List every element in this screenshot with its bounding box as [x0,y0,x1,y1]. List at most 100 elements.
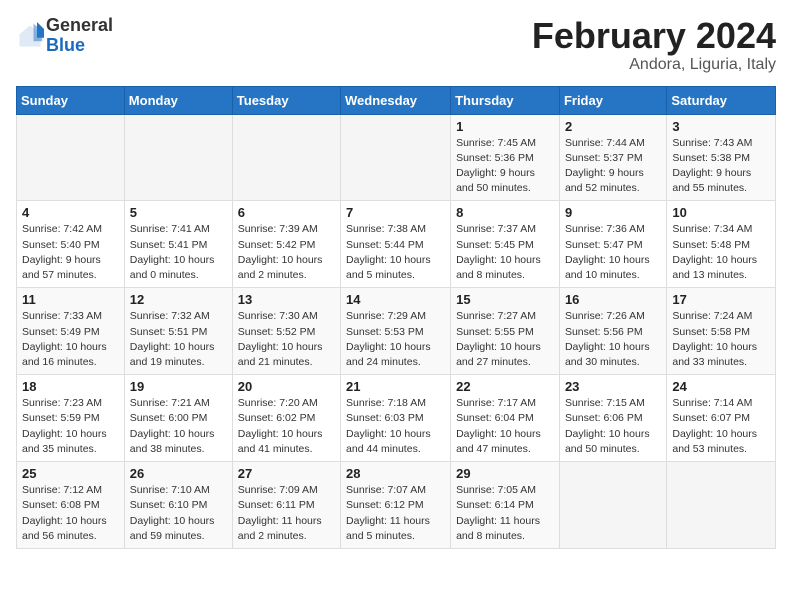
calendar-cell: 21Sunrise: 7:18 AM Sunset: 6:03 PM Dayli… [341,375,451,462]
day-number: 23 [565,379,661,394]
calendar-cell [559,462,666,549]
day-number: 1 [456,119,554,134]
day-number: 10 [672,205,770,220]
day-info: Sunrise: 7:12 AM Sunset: 6:08 PM Dayligh… [22,483,119,544]
day-info: Sunrise: 7:42 AM Sunset: 5:40 PM Dayligh… [22,222,119,283]
day-info: Sunrise: 7:34 AM Sunset: 5:48 PM Dayligh… [672,222,770,283]
day-header-friday: Friday [559,86,666,114]
day-info: Sunrise: 7:20 AM Sunset: 6:02 PM Dayligh… [238,396,335,457]
day-number: 12 [130,292,227,307]
calendar-cell: 25 Sunrise: 7:12 AM Sunset: 6:08 PM Dayli… [17,462,125,549]
day-number: 19 [130,379,227,394]
calendar-cell: 28 Sunrise: 7:07 AM Sunset: 6:12 PM Dayli… [341,462,451,549]
day-header-thursday: Thursday [451,86,560,114]
day-info: Sunrise: 7:44 AM Sunset: 5:37 PM Dayligh… [565,136,661,197]
calendar-cell: 20 Sunrise: 7:20 AM Sunset: 6:02 PM Dayli… [232,375,340,462]
calendar-cell: 27 Sunrise: 7:09 AM Sunset: 6:11 PM Dayli… [232,462,340,549]
day-info: Sunrise: 7:39 AM Sunset: 5:42 PM Dayligh… [238,222,335,283]
logo: General Blue [16,16,113,56]
day-header-monday: Monday [124,86,232,114]
week-row-1: 1 Sunrise: 7:45 AM Sunset: 5:36 PM Daylig… [17,114,776,201]
title-block: February 2024 Andora, Liguria, Italy [532,16,776,74]
day-number: 7 [346,205,445,220]
day-number: 27 [238,466,335,481]
day-info: Sunrise: 7:23 AM Sunset: 5:59 PM Dayligh… [22,396,119,457]
calendar-cell: 2 Sunrise: 7:44 AM Sunset: 5:37 PM Daylig… [559,114,666,201]
week-row-5: 25 Sunrise: 7:12 AM Sunset: 6:08 PM Dayli… [17,462,776,549]
calendar-cell: 10 Sunrise: 7:34 AM Sunset: 5:48 PM Dayli… [667,201,776,288]
day-info: Sunrise: 7:27 AM Sunset: 5:55 PM Dayligh… [456,309,554,370]
calendar-cell: 23Sunrise: 7:15 AM Sunset: 6:06 PM Dayli… [559,375,666,462]
day-header-saturday: Saturday [667,86,776,114]
day-info: Sunrise: 7:10 AM Sunset: 6:10 PM Dayligh… [130,483,227,544]
day-info: Sunrise: 7:14 AM Sunset: 6:07 PM Dayligh… [672,396,770,457]
calendar-cell: 1 Sunrise: 7:45 AM Sunset: 5:36 PM Daylig… [451,114,560,201]
calendar-cell: 15Sunrise: 7:27 AM Sunset: 5:55 PM Dayli… [451,288,560,375]
day-number: 29 [456,466,554,481]
day-info: Sunrise: 7:29 AM Sunset: 5:53 PM Dayligh… [346,309,445,370]
logo-general: General [46,16,113,36]
calendar-cell: 9 Sunrise: 7:36 AM Sunset: 5:47 PM Daylig… [559,201,666,288]
day-number: 17 [672,292,770,307]
day-number: 6 [238,205,335,220]
day-number: 18 [22,379,119,394]
calendar-cell: 8Sunrise: 7:37 AM Sunset: 5:45 PM Daylig… [451,201,560,288]
day-header-sunday: Sunday [17,86,125,114]
day-info: Sunrise: 7:09 AM Sunset: 6:11 PM Dayligh… [238,483,335,544]
day-info: Sunrise: 7:45 AM Sunset: 5:36 PM Dayligh… [456,136,554,197]
calendar-cell: 13 Sunrise: 7:30 AM Sunset: 5:52 PM Dayli… [232,288,340,375]
day-number: 11 [22,292,119,307]
day-number: 21 [346,379,445,394]
calendar-cell: 22 Sunrise: 7:17 AM Sunset: 6:04 PM Dayli… [451,375,560,462]
calendar-table: SundayMondayTuesdayWednesdayThursdayFrid… [16,86,776,549]
day-info: Sunrise: 7:17 AM Sunset: 6:04 PM Dayligh… [456,396,554,457]
day-info: Sunrise: 7:43 AM Sunset: 5:38 PM Dayligh… [672,136,770,197]
calendar-cell: 19 Sunrise: 7:21 AM Sunset: 6:00 PM Dayli… [124,375,232,462]
page-header: General Blue February 2024 Andora, Ligur… [16,16,776,74]
month-year-title: February 2024 [532,16,776,56]
calendar-cell: 26Sunrise: 7:10 AM Sunset: 6:10 PM Dayli… [124,462,232,549]
day-number: 2 [565,119,661,134]
calendar-cell: 6 Sunrise: 7:39 AM Sunset: 5:42 PM Daylig… [232,201,340,288]
calendar-cell [17,114,125,201]
calendar-cell: 29 Sunrise: 7:05 AM Sunset: 6:14 PM Dayli… [451,462,560,549]
day-number: 9 [565,205,661,220]
day-info: Sunrise: 7:30 AM Sunset: 5:52 PM Dayligh… [238,309,335,370]
logo-icon [16,22,44,50]
day-info: Sunrise: 7:24 AM Sunset: 5:58 PM Dayligh… [672,309,770,370]
day-info: Sunrise: 7:33 AM Sunset: 5:49 PM Dayligh… [22,309,119,370]
day-info: Sunrise: 7:38 AM Sunset: 5:44 PM Dayligh… [346,222,445,283]
calendar-header: SundayMondayTuesdayWednesdayThursdayFrid… [17,86,776,114]
day-info: Sunrise: 7:37 AM Sunset: 5:45 PM Dayligh… [456,222,554,283]
day-info: Sunrise: 7:07 AM Sunset: 6:12 PM Dayligh… [346,483,445,544]
calendar-cell [232,114,340,201]
week-row-4: 18 Sunrise: 7:23 AM Sunset: 5:59 PM Dayli… [17,375,776,462]
week-row-3: 11 Sunrise: 7:33 AM Sunset: 5:49 PM Dayli… [17,288,776,375]
days-of-week-row: SundayMondayTuesdayWednesdayThursdayFrid… [17,86,776,114]
calendar-cell [341,114,451,201]
day-info: Sunrise: 7:21 AM Sunset: 6:00 PM Dayligh… [130,396,227,457]
day-info: Sunrise: 7:26 AM Sunset: 5:56 PM Dayligh… [565,309,661,370]
day-number: 25 [22,466,119,481]
calendar-cell: 4Sunrise: 7:42 AM Sunset: 5:40 PM Daylig… [17,201,125,288]
day-info: Sunrise: 7:32 AM Sunset: 5:51 PM Dayligh… [130,309,227,370]
calendar-cell: 5Sunrise: 7:41 AM Sunset: 5:41 PM Daylig… [124,201,232,288]
calendar-body: 1 Sunrise: 7:45 AM Sunset: 5:36 PM Daylig… [17,114,776,548]
day-header-wednesday: Wednesday [341,86,451,114]
day-info: Sunrise: 7:36 AM Sunset: 5:47 PM Dayligh… [565,222,661,283]
logo-text: General Blue [46,16,113,56]
calendar-cell [124,114,232,201]
day-number: 28 [346,466,445,481]
calendar-cell: 11 Sunrise: 7:33 AM Sunset: 5:49 PM Dayli… [17,288,125,375]
calendar-cell: 16Sunrise: 7:26 AM Sunset: 5:56 PM Dayli… [559,288,666,375]
day-info: Sunrise: 7:05 AM Sunset: 6:14 PM Dayligh… [456,483,554,544]
day-number: 3 [672,119,770,134]
calendar-cell: 14Sunrise: 7:29 AM Sunset: 5:53 PM Dayli… [341,288,451,375]
calendar-cell: 3 Sunrise: 7:43 AM Sunset: 5:38 PM Daylig… [667,114,776,201]
day-number: 13 [238,292,335,307]
day-number: 20 [238,379,335,394]
day-header-tuesday: Tuesday [232,86,340,114]
day-number: 24 [672,379,770,394]
day-number: 22 [456,379,554,394]
location-subtitle: Andora, Liguria, Italy [532,56,776,74]
